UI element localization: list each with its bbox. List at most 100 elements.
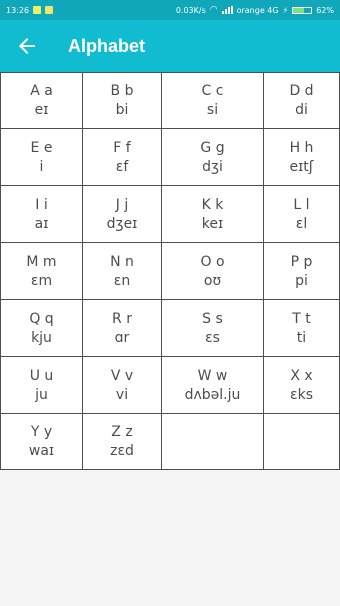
pronunciation-label: di <box>295 102 308 118</box>
pronunciation-label: ti <box>296 329 307 346</box>
letter-cell[interactable]: O o oʊ <box>162 243 264 300</box>
letter-label: X x <box>290 367 313 384</box>
letter-cell[interactable]: A a eɪ <box>0 72 83 129</box>
empty-cell <box>162 414 264 470</box>
letter-label: U u <box>29 367 54 384</box>
letter-label: F f <box>113 139 131 156</box>
letter-cell[interactable]: U u ju <box>0 357 83 414</box>
letter-label: I i <box>35 196 48 213</box>
letter-label: E e <box>30 139 53 156</box>
letter-label: G g <box>200 139 225 156</box>
letter-cell[interactable]: D d di <box>264 72 340 129</box>
letter-label: Y y <box>30 424 53 440</box>
letter-cell[interactable]: F f ɛf <box>83 129 162 186</box>
pronunciation-label: ju <box>35 386 48 403</box>
letter-label: N n <box>110 253 134 270</box>
alphabet-row: Q q kju R r ɑr S s ɛs T t ti <box>0 300 340 357</box>
letter-cell[interactable]: K k keɪ <box>162 186 264 243</box>
alphabet-row: Y y waɪ Z z zɛd <box>0 414 340 470</box>
letter-label: S s <box>202 310 223 327</box>
letter-cell[interactable]: W w dʌbəl.ju <box>162 357 264 414</box>
pronunciation-label: vi <box>115 386 129 403</box>
letter-label: W w <box>197 367 228 384</box>
letter-cell[interactable]: H h eɪtʃ <box>264 129 340 186</box>
pronunciation-label: si <box>206 102 219 118</box>
alphabet-row: I i aɪ J j dʒeɪ K k keɪ L l ɛl <box>0 186 340 243</box>
letter-label: C c <box>201 83 224 99</box>
letter-cell[interactable]: E e i <box>0 129 83 186</box>
alphabet-row: A a eɪ B b bi C c si D d di <box>0 72 340 129</box>
letter-label: M m <box>26 253 57 270</box>
letter-cell[interactable]: B b bi <box>83 72 162 129</box>
alphabet-row: U u ju V v vi W w dʌbəl.ju X x ɛks <box>0 357 340 414</box>
letter-cell[interactable]: M m ɛm <box>0 243 83 300</box>
pronunciation-label: bi <box>115 102 129 118</box>
pronunciation-label: keɪ <box>201 215 224 232</box>
pronunciation-label: ɛs <box>205 329 220 346</box>
letter-label: D d <box>289 83 314 99</box>
letter-cell[interactable]: Y y waɪ <box>0 414 83 470</box>
letter-label: H h <box>289 139 314 156</box>
network-speed: 0.03K/s <box>175 5 206 15</box>
letter-cell[interactable]: I i aɪ <box>0 186 83 243</box>
letter-cell[interactable]: G g dʒi <box>162 129 264 186</box>
letter-cell[interactable]: V v vi <box>83 357 162 414</box>
letter-cell[interactable]: Z z zɛd <box>83 414 162 470</box>
pronunciation-label: ɛl <box>295 215 308 232</box>
status-bar: 13:26 0.03K/s ◠ orange 4G ⚡ 62% <box>0 0 340 20</box>
notification-icon <box>33 6 42 14</box>
alphabet-grid: A a eɪ B b bi C c si D d di E e i F f ɛf G g dʒi H h eɪ… <box>0 72 340 470</box>
letter-cell[interactable]: X x ɛks <box>264 357 340 414</box>
pronunciation-label: pi <box>295 272 308 289</box>
arrow-left-icon <box>19 38 35 54</box>
alphabet-row: M m ɛm N n ɛn O o oʊ P p pi <box>0 243 340 300</box>
letter-label: L l <box>293 196 310 213</box>
back-button[interactable] <box>15 34 39 58</box>
letter-label: K k <box>201 196 224 213</box>
letter-label: O o <box>200 253 225 270</box>
page-title: Alphabet <box>68 35 146 56</box>
status-time: 13:26 <box>6 5 30 15</box>
pronunciation-label: kju <box>31 329 52 346</box>
letter-label: P p <box>290 253 313 270</box>
pronunciation-label: eɪ <box>34 102 49 118</box>
charging-icon: ⚡ <box>282 5 289 15</box>
notification-icon <box>45 6 54 14</box>
pronunciation-label: waɪ <box>28 443 55 459</box>
letter-cell[interactable]: J j dʒeɪ <box>83 186 162 243</box>
pronunciation-label: ɛf <box>115 158 129 175</box>
pronunciation-label: zɛd <box>110 443 134 459</box>
letter-label: T t <box>292 310 311 327</box>
signal-icon <box>221 6 233 14</box>
wifi-icon: ◠ <box>209 5 218 15</box>
pronunciation-label: aɪ <box>34 215 49 232</box>
pronunciation-label: dʒeɪ <box>106 215 138 232</box>
pronunciation-label: eɪtʃ <box>289 158 314 175</box>
battery-icon <box>292 6 313 14</box>
battery-percent: 62% <box>316 5 334 15</box>
letter-label: B b <box>110 83 134 99</box>
pronunciation-label: ɑr <box>114 329 130 346</box>
letter-cell[interactable]: R r ɑr <box>83 300 162 357</box>
letter-cell[interactable]: S s ɛs <box>162 300 264 357</box>
carrier-label: orange 4G <box>236 5 279 15</box>
letter-cell[interactable]: N n ɛn <box>83 243 162 300</box>
alphabet-row: E e i F f ɛf G g dʒi H h eɪtʃ <box>0 129 340 186</box>
letter-cell[interactable]: Q q kju <box>0 300 83 357</box>
pronunciation-label: dʌbəl.ju <box>184 386 241 403</box>
empty-cell <box>264 414 340 470</box>
letter-label: Q q <box>29 310 54 327</box>
letter-cell[interactable]: L l ɛl <box>264 186 340 243</box>
letter-label: Z z <box>111 424 133 440</box>
letter-cell[interactable]: T t ti <box>264 300 340 357</box>
pronunciation-label: ɛn <box>113 272 131 289</box>
letter-cell[interactable]: C c si <box>162 72 264 129</box>
app-toolbar: Alphabet <box>0 20 340 72</box>
pronunciation-label: ɛks <box>290 386 313 403</box>
letter-label: J j <box>115 196 129 213</box>
letter-cell[interactable]: P p pi <box>264 243 340 300</box>
pronunciation-label: i <box>39 158 44 175</box>
letter-label: R r <box>112 310 132 327</box>
letter-label: V v <box>110 367 134 384</box>
pronunciation-label: dʒi <box>202 158 223 175</box>
